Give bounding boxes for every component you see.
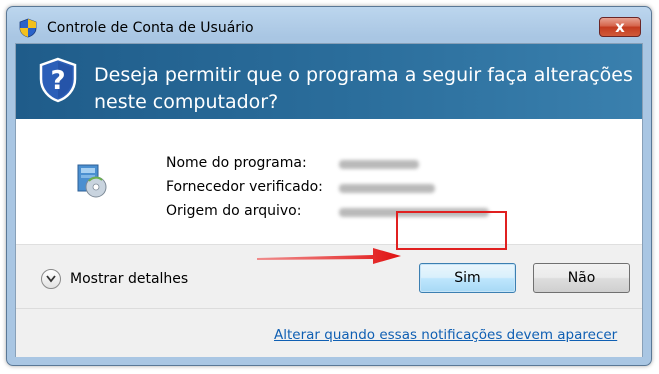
close-icon: x <box>615 18 625 36</box>
chevron-down-icon <box>46 275 56 283</box>
title-bar[interactable]: Controle de Conta de Usuário x <box>7 7 651 43</box>
red-arrow-annotation <box>257 248 401 264</box>
window-title: Controle de Conta de Usuário <box>47 20 254 36</box>
uac-shield-icon <box>19 18 37 38</box>
origin-value-redacted <box>339 208 489 217</box>
yes-button[interactable]: Sim <box>419 263 516 293</box>
program-info: Nome do programa: Fornecedor verificado:… <box>16 119 642 244</box>
show-details-label[interactable]: Mostrar detalhes <box>70 271 188 287</box>
svg-text:?: ? <box>50 66 65 96</box>
dialog-client: ? Deseja permitir que o programa a segui… <box>15 43 643 357</box>
program-installer-icon <box>77 164 107 198</box>
footer-divider <box>16 308 642 309</box>
question-shield-icon: ? <box>39 57 77 103</box>
program-name-value-redacted <box>339 160 419 169</box>
show-details-toggle[interactable] <box>41 269 61 289</box>
notification-settings-link[interactable]: Alterar quando essas notificações devem … <box>274 327 617 343</box>
close-button[interactable]: x <box>599 17 641 37</box>
origin-label: Origem do arquivo: <box>166 203 302 219</box>
publisher-label: Fornecedor verificado: <box>166 179 323 195</box>
publisher-value-redacted <box>339 184 435 193</box>
question-banner: ? Deseja permitir que o programa a segui… <box>16 44 642 119</box>
no-button[interactable]: Não <box>533 263 630 293</box>
question-text: Deseja permitir que o programa a seguir … <box>94 64 633 113</box>
uac-dialog: Controle de Conta de Usuário x ? Deseja … <box>6 6 652 366</box>
program-name-label: Nome do programa: <box>166 155 307 171</box>
